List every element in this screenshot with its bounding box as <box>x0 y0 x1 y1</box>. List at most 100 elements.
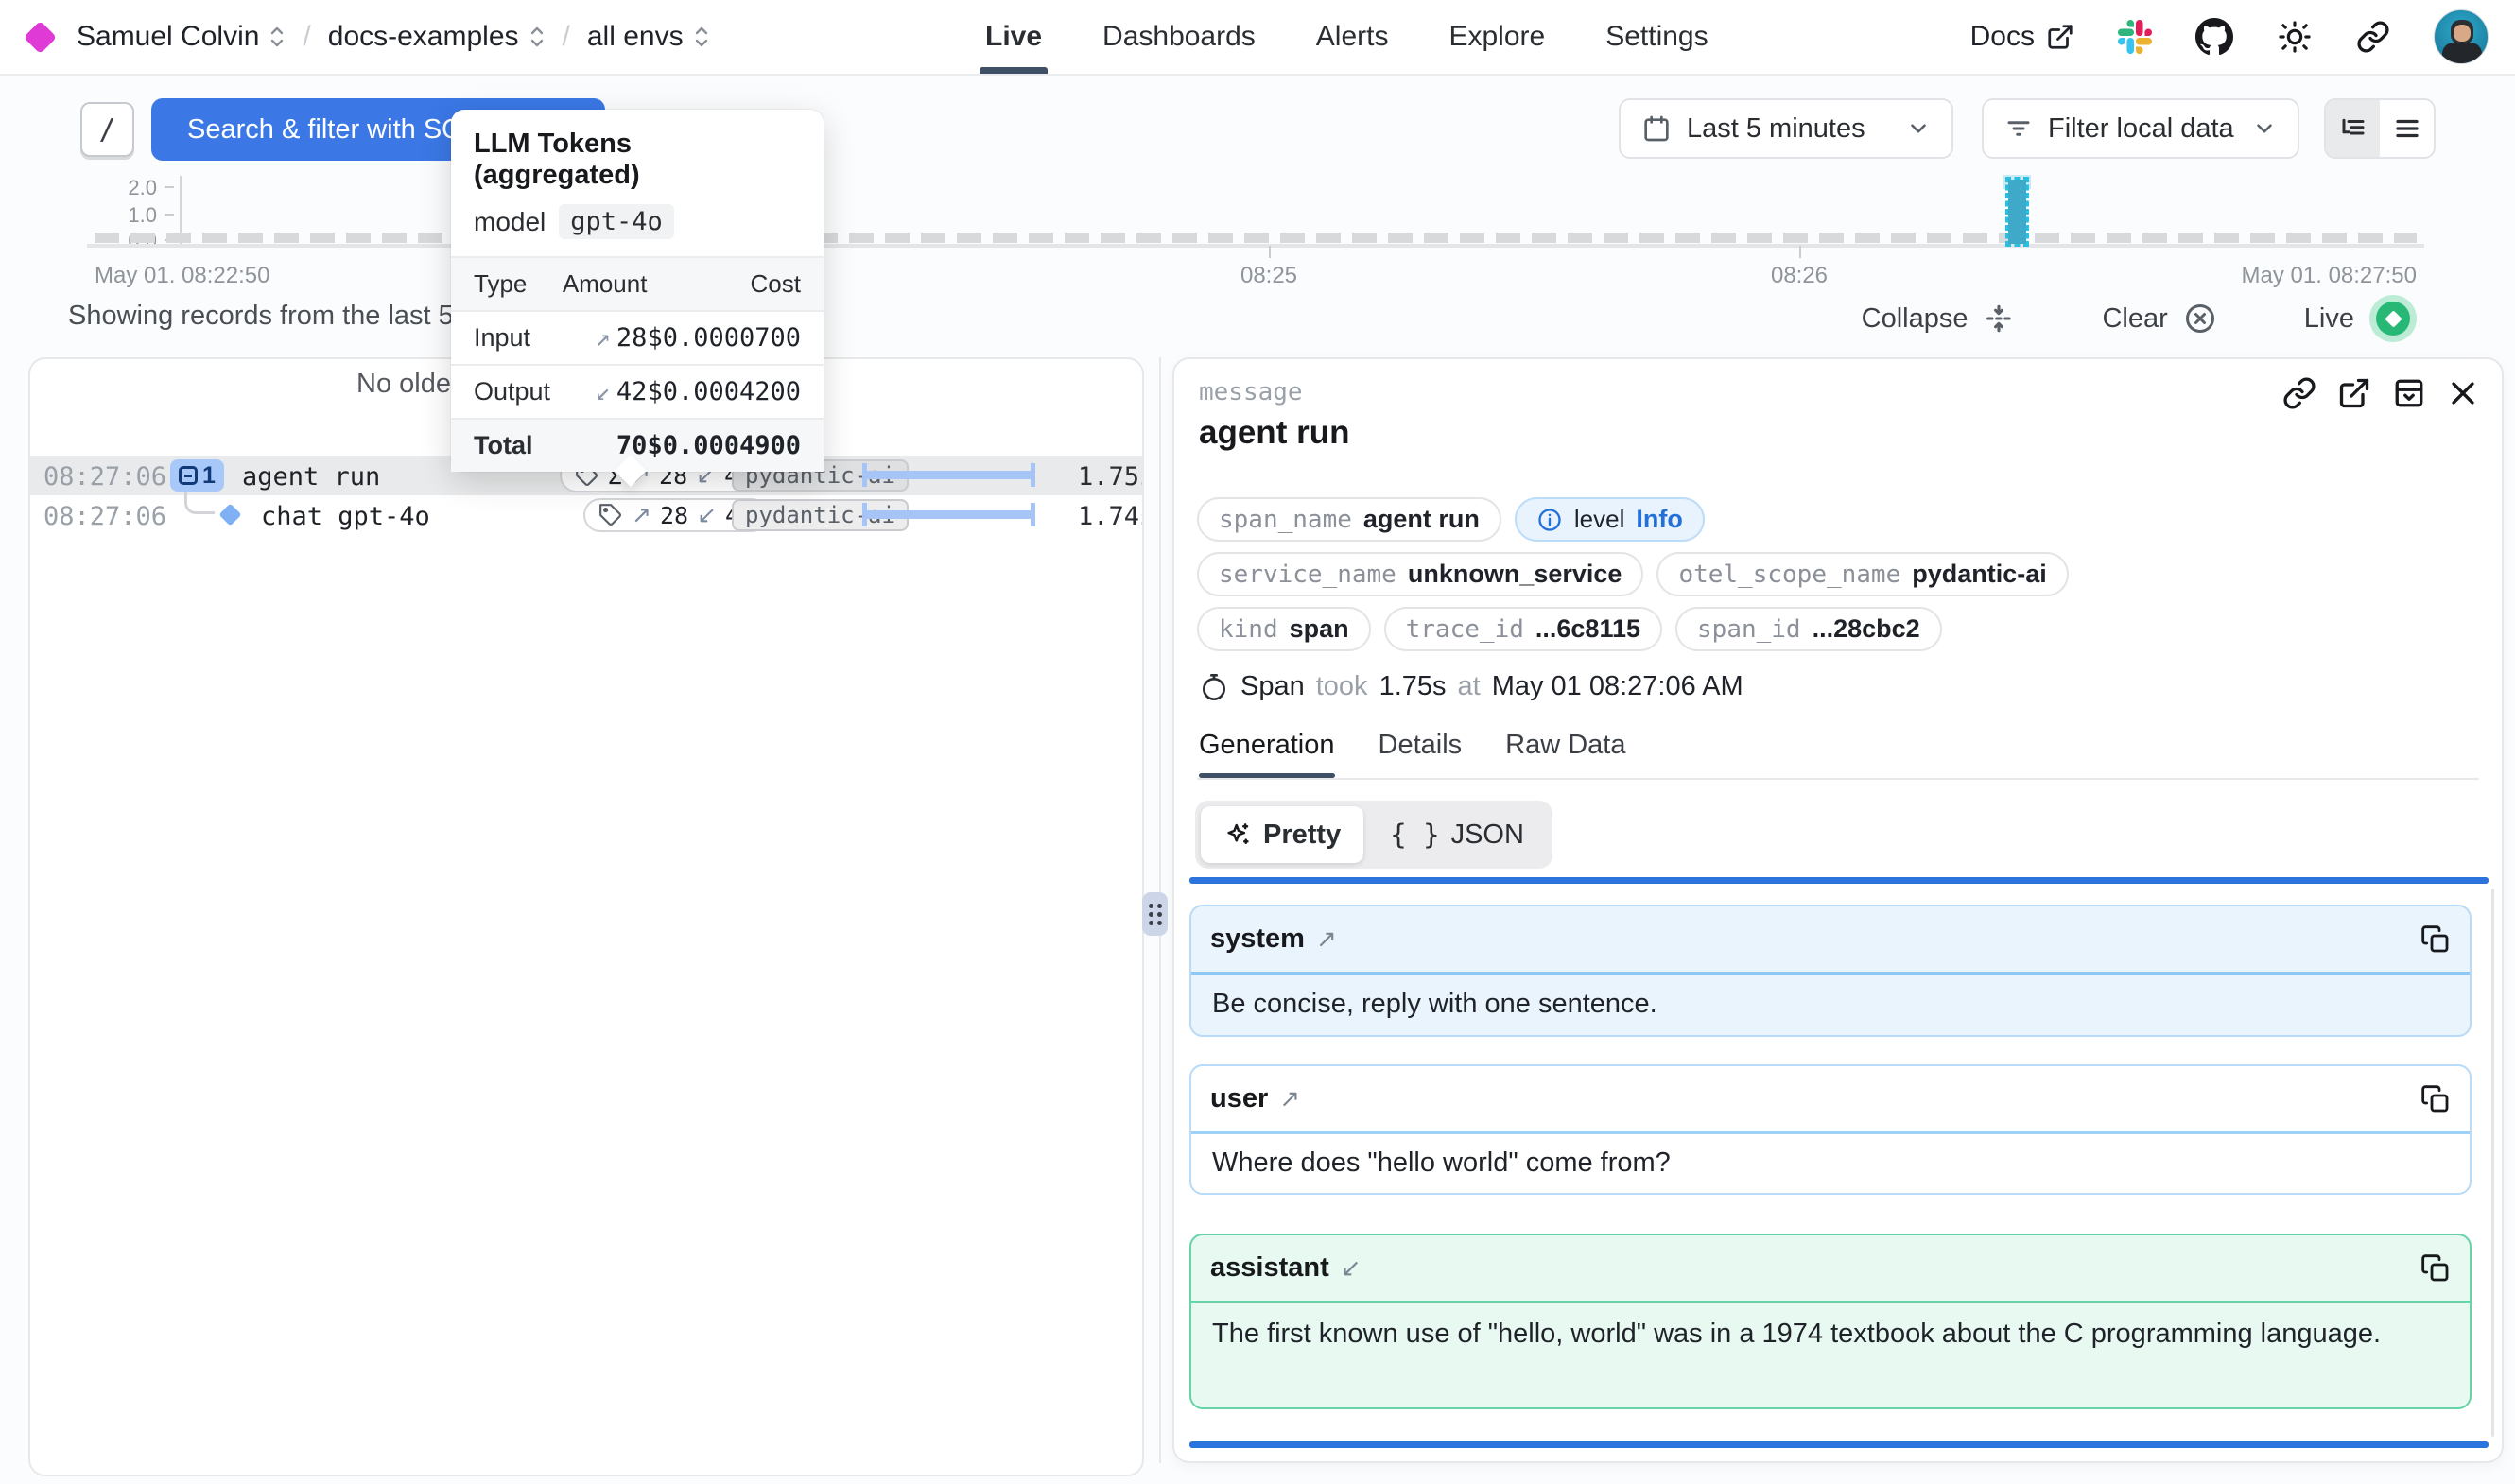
message-card-system: system ↗ Be concise, reply with one sent… <box>1189 905 2472 1037</box>
span-name: agent run <box>242 462 380 492</box>
breadcrumb-project[interactable]: docs-examples <box>328 21 546 53</box>
input-tokens: 28 <box>660 502 688 529</box>
copy-icon[interactable] <box>2420 924 2451 955</box>
role-label: system <box>1210 923 1305 955</box>
status-actions: Collapse Clear Live <box>1862 295 2417 342</box>
row-timestamp: 08:27:06 <box>43 462 166 492</box>
x-tick-mark <box>1799 246 1801 258</box>
span-name-pill[interactable]: span_name agent run <box>1197 497 1501 542</box>
message-card-assistant: assistant ↙ The first known use of "hell… <box>1189 1234 2472 1409</box>
breadcrumb-separator: / <box>563 21 570 53</box>
y-tick-label: 2.0 <box>100 176 157 200</box>
message-header: assistant ↙ <box>1191 1235 2470 1303</box>
scroll-indicator-top <box>1189 877 2489 884</box>
stopwatch-icon <box>1199 672 1229 702</box>
tab-generation[interactable]: Generation <box>1199 730 1335 776</box>
y-tick-mark <box>165 186 174 188</box>
llm-tokens-tooltip: LLM Tokens (aggregated) model gpt-4o Typ… <box>451 110 824 472</box>
copy-icon[interactable] <box>2420 1253 2451 1284</box>
github-icon[interactable] <box>2195 18 2233 56</box>
message-text: The first known use of "hello, world" wa… <box>1191 1303 2470 1404</box>
tree-view-toggle[interactable] <box>2326 100 2380 157</box>
pretty-toggle[interactable]: Pretty <box>1201 806 1363 863</box>
docs-label: Docs <box>1970 21 2035 53</box>
external-link-icon <box>2046 23 2074 51</box>
breadcrumb-environment[interactable]: all envs <box>587 21 710 53</box>
collapse-label: Collapse <box>1862 303 1969 335</box>
breadcrumb-separator: / <box>303 21 310 53</box>
span-diamond-icon <box>218 503 241 526</box>
scroll-indicator-bottom <box>1189 1441 2489 1448</box>
model-label: model <box>474 207 546 237</box>
render-mode-toggle: Pretty { } JSON <box>1195 801 1552 869</box>
copy-link-icon[interactable] <box>2282 376 2316 410</box>
header-actions: Docs <box>1970 0 2489 74</box>
list-view-icon <box>2393 114 2421 143</box>
x-axis-label-end: May 01. 08:27:50 <box>2242 263 2417 289</box>
level-pill[interactable]: level Info <box>1515 497 1705 542</box>
record-kind-label: message <box>1199 378 1303 406</box>
otel-scope-pill[interactable]: otel_scope_name pydantic-ai <box>1656 552 2068 596</box>
records-timeline-chart[interactable]: 2.0 1.0 0.0 May 01. 08:22:50 08:25 08:26… <box>0 168 2515 286</box>
collapse-children-badge[interactable]: 1 <box>170 459 224 492</box>
service-name-pill[interactable]: service_name unknown_service <box>1197 552 1643 596</box>
open-in-new-icon[interactable] <box>2337 376 2371 410</box>
trace-row-chat-gpt-4o[interactable]: 08:27:06 chat gpt-4o ↗28 ↙42 pydantic-ai… <box>30 495 1142 535</box>
live-label: Live <box>2304 303 2354 335</box>
span-detail-panel: message agent run span_name agent run le… <box>1172 357 2504 1463</box>
close-icon[interactable] <box>2447 377 2479 409</box>
child-count: 1 <box>202 462 216 490</box>
braces-icon: { } <box>1390 819 1439 851</box>
message-card-user: user ↗ Where does "hello world" come fro… <box>1189 1064 2472 1195</box>
breadcrumb-org[interactable]: Samuel Colvin <box>77 21 286 53</box>
span-id-pill[interactable]: span_id ...28cbc2 <box>1675 607 1942 651</box>
output-arrow-icon: ↙ <box>697 501 717 529</box>
live-toggle[interactable]: Live <box>2304 295 2417 342</box>
nav-tab-settings[interactable]: Settings <box>1605 0 1708 74</box>
span-name: chat gpt-4o <box>261 502 430 531</box>
live-indicator-icon <box>2369 295 2417 342</box>
kind-pill[interactable]: kind span <box>1197 607 1371 651</box>
detail-panel-actions <box>2282 376 2479 410</box>
panel-resize-handle[interactable] <box>1142 892 1168 936</box>
avatar[interactable] <box>2434 9 2489 64</box>
detail-tabs: Generation Details Raw Data <box>1199 730 1625 776</box>
attribute-pills-row: span_name agent run level Info <box>1197 497 1705 542</box>
sparkle-icon <box>1223 820 1252 849</box>
tab-details[interactable]: Details <box>1379 730 1463 776</box>
copy-icon[interactable] <box>2420 1084 2451 1114</box>
share-link-icon[interactable] <box>2356 20 2390 54</box>
list-view-toggle[interactable] <box>2380 100 2434 157</box>
x-axis-label: 08:25 <box>1240 263 1297 289</box>
docs-link[interactable]: Docs <box>1970 21 2074 53</box>
filter-lines-icon <box>2004 114 2033 143</box>
clear-circle-x-icon <box>2183 302 2217 336</box>
scrollbar[interactable] <box>2491 889 2494 1437</box>
tab-raw-data[interactable]: Raw Data <box>1505 730 1625 776</box>
y-tick-mark <box>165 214 174 216</box>
trace-id-pill[interactable]: trace_id ...6c8115 <box>1384 607 1662 651</box>
input-arrow-icon: ↗ <box>1316 924 1337 954</box>
filter-local-data-select[interactable]: Filter local data <box>1982 98 2299 159</box>
light-mode-icon[interactable] <box>2277 19 2313 55</box>
y-tick-label: 1.0 <box>100 203 157 228</box>
span-duration-line: Span took 1.75s at May 01 08:27:06 AM <box>1199 671 1743 702</box>
nav-tab-dashboards[interactable]: Dashboards <box>1102 0 1256 74</box>
message-text: Where does "hello world" come from? <box>1191 1134 2470 1191</box>
save-view-icon[interactable] <box>2392 376 2426 410</box>
trace-list-panel: No older records 08:27:06 1 agent run Σ … <box>28 357 1144 1476</box>
duration-bar <box>862 471 1035 479</box>
calendar-icon <box>1641 113 1672 144</box>
nav-tab-alerts[interactable]: Alerts <box>1316 0 1389 74</box>
clear-label: Clear <box>2102 303 2167 335</box>
duration-value: 1.74s <box>1078 502 1144 531</box>
nav-tab-explore[interactable]: Explore <box>1448 0 1545 74</box>
collapse-button[interactable]: Collapse <box>1862 302 2016 335</box>
input-arrow-icon: ↗ <box>632 501 651 529</box>
json-toggle[interactable]: { } JSON <box>1367 806 1547 863</box>
clear-button[interactable]: Clear <box>2102 302 2216 336</box>
tag-icon <box>598 503 623 527</box>
slack-icon[interactable] <box>2118 20 2152 54</box>
nav-tab-live[interactable]: Live <box>985 0 1042 74</box>
time-range-select[interactable]: Last 5 minutes <box>1619 98 1953 159</box>
